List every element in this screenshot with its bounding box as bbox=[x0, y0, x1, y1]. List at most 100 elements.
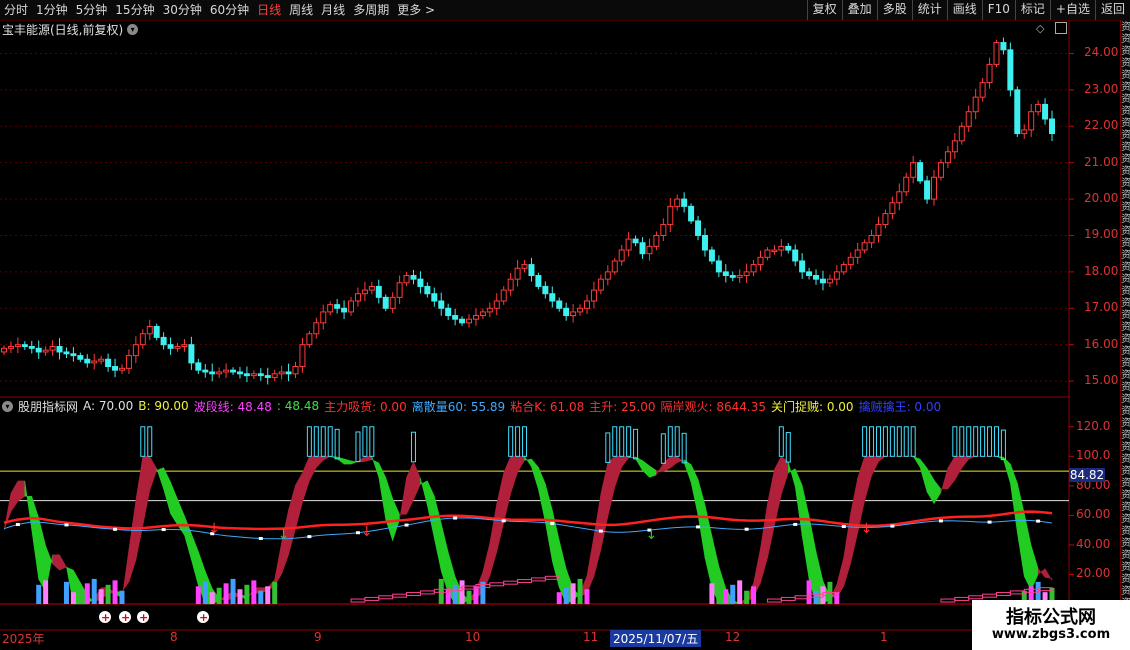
candle-body bbox=[42, 349, 49, 353]
bottom-hist-bar bbox=[230, 578, 236, 604]
band-segment bbox=[600, 462, 609, 550]
candle-body bbox=[847, 256, 854, 266]
date-tick-label: 9 bbox=[314, 630, 322, 644]
candle-body bbox=[986, 63, 993, 84]
band-segment bbox=[864, 456, 872, 502]
candle-body bbox=[271, 373, 278, 378]
stair-step bbox=[419, 590, 435, 595]
candle-body bbox=[125, 355, 132, 369]
candle-body bbox=[632, 238, 639, 244]
band-segment bbox=[593, 493, 602, 577]
candle-body bbox=[979, 82, 986, 98]
bottom-hist-bar bbox=[70, 592, 76, 604]
band-segment bbox=[850, 478, 858, 564]
blue-line-marker bbox=[841, 525, 846, 529]
band-segment bbox=[309, 456, 317, 482]
indicator-legend: ▾ 股朋指标网 A: 70.00 B: 90.00 波段线: 48.48: 48.4… bbox=[2, 398, 941, 414]
peak-bar bbox=[889, 426, 895, 457]
peak-bar bbox=[522, 426, 528, 457]
signal-arrow-icon: ↓ bbox=[278, 527, 290, 543]
candle-body bbox=[785, 245, 792, 251]
signal-arrow-icon: ↓ bbox=[645, 527, 657, 543]
candle-body bbox=[160, 336, 167, 346]
band-segment bbox=[52, 554, 60, 571]
band-segment bbox=[295, 471, 303, 530]
candle-body bbox=[577, 307, 584, 313]
candle-body bbox=[368, 285, 375, 291]
stair-step bbox=[378, 595, 394, 600]
candle-body bbox=[813, 275, 820, 280]
candle-body bbox=[1000, 42, 1007, 51]
band-segment bbox=[517, 456, 525, 474]
bottom-hist-bar bbox=[258, 590, 264, 604]
band-segment bbox=[690, 464, 699, 516]
candle-body bbox=[507, 278, 514, 291]
blue-line-marker bbox=[744, 527, 749, 531]
candle-body bbox=[21, 344, 28, 347]
candle-body bbox=[84, 358, 91, 364]
chevron-down-icon[interactable]: ▾ bbox=[2, 400, 13, 412]
peak-bar bbox=[313, 426, 319, 457]
candle-body bbox=[757, 256, 764, 266]
candle-body bbox=[695, 220, 702, 236]
candle-body bbox=[556, 300, 563, 309]
band-segment bbox=[316, 456, 324, 469]
candle-body bbox=[327, 304, 334, 313]
red-trend-line bbox=[3, 510, 1053, 531]
band-segment bbox=[607, 455, 616, 518]
bottom-hist-bar bbox=[36, 584, 42, 604]
blue-line-marker bbox=[161, 528, 166, 532]
stair-step bbox=[406, 592, 421, 597]
candle-body bbox=[230, 369, 237, 373]
peak-bar bbox=[674, 426, 680, 457]
indicator-tick-label: 60.00 bbox=[1076, 507, 1111, 522]
band-segment bbox=[663, 455, 671, 472]
date-tick-label: 10 bbox=[465, 630, 481, 644]
watermark: 指标公式网 www.zbgs3.com bbox=[972, 600, 1130, 650]
band-segment bbox=[774, 456, 782, 527]
blue-line-marker bbox=[793, 522, 798, 526]
candle-body bbox=[403, 275, 410, 284]
band-segment bbox=[614, 456, 622, 488]
candle-body bbox=[139, 333, 146, 346]
peak-bar bbox=[334, 428, 340, 460]
candle-body bbox=[452, 315, 459, 320]
band-segment bbox=[510, 456, 518, 494]
band-segment bbox=[489, 503, 498, 577]
band-segment bbox=[940, 467, 949, 493]
candle-body bbox=[459, 318, 466, 324]
candle-body bbox=[944, 151, 951, 164]
candle-body bbox=[521, 264, 528, 269]
indicator-value-3: : 48.48 bbox=[276, 399, 320, 413]
candle-body bbox=[348, 300, 355, 313]
blue-line bbox=[3, 517, 1053, 540]
candle-body bbox=[604, 271, 611, 280]
band-segment bbox=[323, 456, 332, 461]
peak-bar bbox=[147, 426, 153, 457]
candle-body bbox=[500, 289, 507, 302]
candle-body bbox=[570, 311, 577, 317]
bottom-hist-bar bbox=[570, 583, 576, 604]
candle-body bbox=[931, 176, 938, 200]
peak-bar bbox=[1000, 429, 1006, 461]
band-segment bbox=[413, 461, 421, 500]
peak-bar bbox=[320, 426, 326, 457]
candle-body bbox=[486, 307, 493, 313]
band-segment bbox=[1017, 482, 1025, 577]
indicator-tick-label: 100.0 bbox=[1076, 448, 1111, 463]
candle-body bbox=[1021, 129, 1028, 135]
candle-body bbox=[70, 353, 77, 357]
candle-body bbox=[361, 289, 368, 295]
chart-area[interactable]: ↓ ↓ ↓ ↓ ↓ + + + + bbox=[0, 0, 1130, 650]
peak-bar bbox=[619, 426, 625, 457]
candle-body bbox=[118, 367, 125, 371]
peak-bar bbox=[612, 426, 618, 457]
candle-body bbox=[466, 318, 473, 324]
candle-body bbox=[445, 307, 452, 317]
indicator-value-0: A: 70.00 bbox=[83, 399, 134, 413]
stair-step bbox=[364, 596, 380, 601]
band-segment bbox=[427, 480, 435, 539]
candle-body bbox=[750, 264, 757, 273]
band-segment bbox=[538, 467, 546, 523]
candle-body bbox=[320, 311, 327, 324]
